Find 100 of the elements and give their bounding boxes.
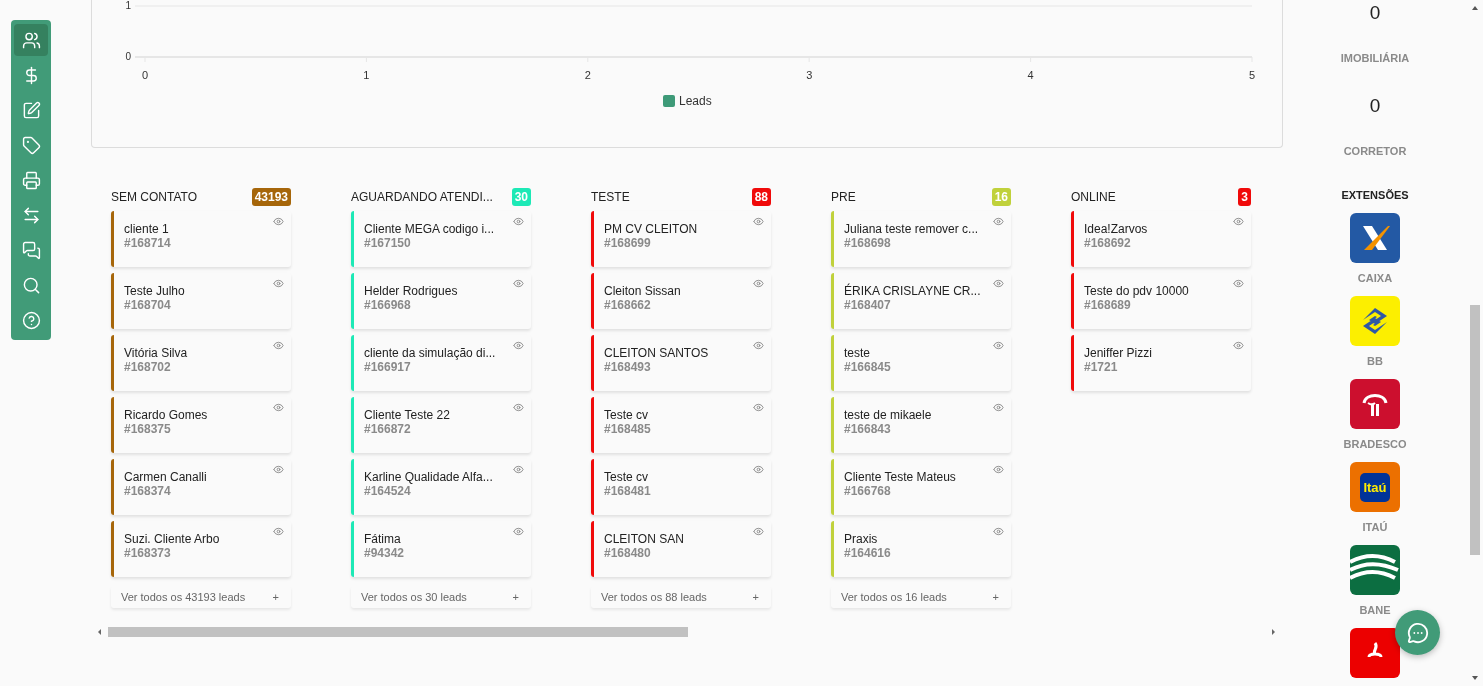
lead-name: Teste cv	[604, 470, 649, 484]
lead-name: Teste Julho	[124, 284, 186, 298]
eye-icon[interactable]	[993, 216, 1004, 227]
lead-card[interactable]: Cliente MEGA codigo i... #167150	[351, 211, 531, 267]
column-title: PRE	[831, 190, 856, 204]
eye-icon[interactable]	[513, 278, 524, 289]
lead-card[interactable]: Cliente Teste Mateus #166768	[831, 459, 1011, 515]
lead-card[interactable]: Helder Rodrigues #166968	[351, 273, 531, 329]
lead-card[interactable]: teste #166845	[831, 335, 1011, 391]
add-button[interactable]: +	[512, 591, 519, 603]
eye-icon[interactable]	[993, 278, 1004, 289]
bank-logo[interactable]	[1350, 296, 1400, 346]
lead-id: #168407	[844, 298, 892, 312]
lead-card[interactable]: Karline Qualidade Alfa... #164524	[351, 459, 531, 515]
lead-card[interactable]: Jeniffer Pizzi #1721	[1071, 335, 1251, 391]
lead-name: Juliana teste remover c...	[844, 222, 980, 236]
lead-name: ÉRIKA CRISLAYNE CR...	[844, 284, 982, 298]
eye-icon[interactable]	[753, 402, 764, 413]
view-all-link[interactable]: Ver todos os 30 leads	[361, 591, 467, 603]
eye-icon[interactable]	[273, 340, 284, 351]
lead-name: Karline Qualidade Alfa...	[364, 470, 494, 484]
lead-card[interactable]: Praxis #164616	[831, 521, 1011, 577]
eye-icon[interactable]	[513, 340, 524, 351]
eye-icon[interactable]	[273, 278, 284, 289]
chat-button[interactable]	[1395, 610, 1440, 655]
lead-id: #164524	[364, 484, 412, 498]
lead-id: #168480	[604, 546, 652, 560]
lead-name: Fátima	[364, 532, 402, 546]
add-button[interactable]: +	[992, 591, 999, 603]
lead-id: #166917	[364, 360, 412, 374]
lead-card[interactable]: teste de mikaele #166843	[831, 397, 1011, 453]
legend-label[interactable]: Leads	[679, 94, 712, 108]
eye-icon[interactable]	[1233, 340, 1244, 351]
transfer-icon	[21, 205, 41, 225]
lead-name: teste de mikaele	[844, 408, 933, 422]
eye-icon[interactable]	[753, 526, 764, 537]
lead-card[interactable]: CLEITON SANTOS #168493	[591, 335, 771, 391]
lead-card[interactable]: Carmen Canalli #168374	[111, 459, 291, 515]
eye-icon[interactable]	[273, 216, 284, 227]
lead-card[interactable]: Juliana teste remover c... #168698	[831, 211, 1011, 267]
bank-label: ITAÚ	[1362, 520, 1388, 534]
lead-card[interactable]: Suzi. Cliente Arbo #168373	[111, 521, 291, 577]
eye-icon[interactable]	[273, 402, 284, 413]
lead-name: Cliente MEGA codigo i...	[364, 222, 496, 236]
eye-icon[interactable]	[753, 340, 764, 351]
lead-name: cliente 1	[124, 222, 170, 236]
eye-icon[interactable]	[993, 464, 1004, 475]
eye-icon[interactable]	[993, 526, 1004, 537]
lead-card[interactable]: cliente 1 #168714	[111, 211, 291, 267]
lead-card[interactable]: Teste cv #168485	[591, 397, 771, 453]
lead-name: Teste do pdv 10000	[1084, 284, 1190, 298]
lead-name: Ricardo Gomes	[124, 408, 209, 422]
lead-card[interactable]: Idea!Zarvos #168692	[1071, 211, 1251, 267]
view-all-link[interactable]: Ver todos os 88 leads	[601, 591, 707, 603]
lead-card[interactable]: cliente da simulação di... #166917	[351, 335, 531, 391]
eye-icon[interactable]	[513, 402, 524, 413]
eye-icon[interactable]	[1233, 216, 1244, 227]
lead-card[interactable]: CLEITON SAN #168480	[591, 521, 771, 577]
eye-icon[interactable]	[273, 464, 284, 475]
lead-card[interactable]: Teste cv #168481	[591, 459, 771, 515]
lead-name: Cleiton Sissan	[604, 284, 682, 298]
eye-icon[interactable]	[753, 278, 764, 289]
eye-icon[interactable]	[273, 526, 284, 537]
lead-name: Carmen Canalli	[124, 470, 208, 484]
eye-icon[interactable]	[513, 216, 524, 227]
bank-logo[interactable]: Itaú	[1350, 462, 1400, 512]
bank-logo[interactable]	[1350, 379, 1400, 429]
eye-icon[interactable]	[513, 526, 524, 537]
lead-card[interactable]: Cleiton Sissan #168662	[591, 273, 771, 329]
add-button[interactable]: +	[752, 591, 759, 603]
eye-icon[interactable]	[993, 402, 1004, 413]
view-all-link[interactable]: Ver todos os 43193 leads	[121, 591, 246, 603]
bank-label: BRADESCO	[1343, 437, 1407, 451]
lead-card[interactable]: Fátima #94342	[351, 521, 531, 577]
eye-icon[interactable]	[753, 216, 764, 227]
add-button[interactable]: +	[272, 591, 279, 603]
bank-logo[interactable]	[1350, 213, 1400, 263]
lead-card[interactable]: Ricardo Gomes #168375	[111, 397, 291, 453]
count-badge: 43193	[251, 188, 291, 206]
lead-card[interactable]: Teste Julho #168704	[111, 273, 291, 329]
category-label: 0	[125, 51, 131, 62]
eye-icon[interactable]	[753, 464, 764, 475]
lead-card[interactable]: Vitória Silva #168702	[111, 335, 291, 391]
eye-icon[interactable]	[513, 464, 524, 475]
bank-logo[interactable]	[1350, 545, 1400, 595]
count-badge: 3	[1238, 188, 1251, 206]
lead-card[interactable]: PM CV CLEITON #168699	[591, 211, 771, 267]
eye-icon[interactable]	[993, 340, 1004, 351]
lead-id: #166845	[844, 360, 892, 374]
lead-id: #168485	[604, 422, 652, 436]
sidebar-button[interactable]	[14, 24, 48, 56]
lead-card[interactable]: Cliente Teste 22 #166872	[351, 397, 531, 453]
lead-name: Cliente Teste 22	[364, 408, 451, 422]
lead-card[interactable]: Teste do pdv 10000 #168689	[1071, 273, 1251, 329]
bank-logo[interactable]	[1350, 628, 1400, 678]
bank-label: BANE	[1359, 603, 1391, 617]
lead-card[interactable]: ÉRIKA CRISLAYNE CR... #168407	[831, 273, 1011, 329]
help-icon	[21, 310, 41, 330]
eye-icon[interactable]	[1233, 278, 1244, 289]
view-all-link[interactable]: Ver todos os 16 leads	[841, 591, 947, 603]
